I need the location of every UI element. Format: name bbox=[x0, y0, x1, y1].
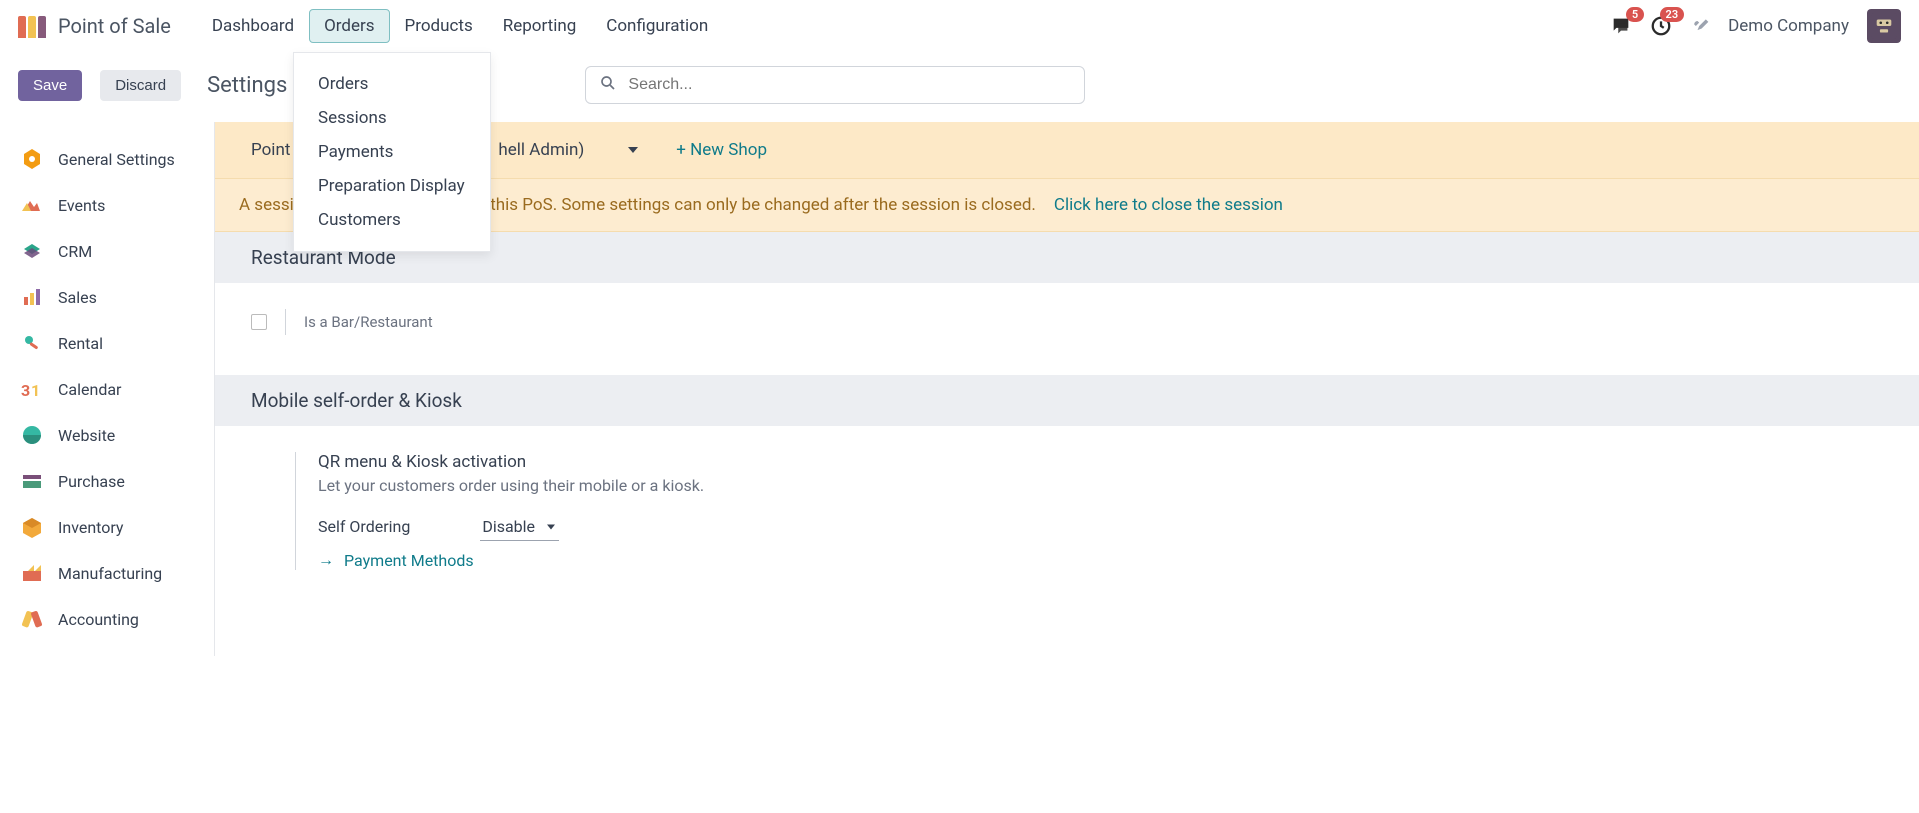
arrow-right-icon: → bbox=[318, 550, 334, 570]
sidebar-item-crm[interactable]: CRM bbox=[0, 228, 214, 274]
nav-orders[interactable]: Orders bbox=[309, 9, 389, 43]
svg-text:1: 1 bbox=[31, 381, 40, 400]
app-logo-icon bbox=[18, 14, 48, 38]
inventory-icon bbox=[20, 515, 44, 539]
calendar-icon: 31 bbox=[20, 377, 44, 401]
user-avatar[interactable] bbox=[1867, 9, 1901, 43]
sidebar-item-calendar[interactable]: 31 Calendar bbox=[0, 366, 214, 412]
website-icon bbox=[20, 423, 44, 447]
sidebar-item-manufacturing[interactable]: Manufacturing bbox=[0, 550, 214, 596]
sidebar-item-label: General Settings bbox=[58, 150, 175, 169]
purchase-icon bbox=[20, 469, 44, 493]
self-ordering-select[interactable]: Disable bbox=[480, 513, 559, 541]
nav-dashboard[interactable]: Dashboard bbox=[197, 9, 309, 43]
dropdown-orders[interactable]: Orders bbox=[294, 67, 490, 101]
page-title: Settings bbox=[207, 73, 287, 98]
dropdown-customers[interactable]: Customers bbox=[294, 203, 490, 237]
search-input[interactable] bbox=[585, 66, 1085, 104]
rental-icon bbox=[20, 331, 44, 355]
qr-kiosk-desc: Let your customers order using their mob… bbox=[318, 476, 1883, 495]
dropdown-payments[interactable]: Payments bbox=[294, 135, 490, 169]
sidebar-item-label: Manufacturing bbox=[58, 564, 162, 583]
nav-products[interactable]: Products bbox=[390, 9, 488, 43]
control-bar: Save Discard Settings bbox=[0, 52, 1919, 122]
payment-methods-label: Payment Methods bbox=[344, 551, 474, 570]
discard-button[interactable]: Discard bbox=[100, 70, 181, 101]
sidebar-item-purchase[interactable]: Purchase bbox=[0, 458, 214, 504]
divider bbox=[285, 309, 286, 335]
sidebar-item-label: Purchase bbox=[58, 472, 125, 491]
dropdown-preparation-display[interactable]: Preparation Display bbox=[294, 169, 490, 203]
gear-icon bbox=[20, 147, 44, 171]
pos-name-prefix: Point bbox=[251, 140, 290, 160]
section-kiosk-body: QR menu & Kiosk activation Let your cust… bbox=[215, 426, 1919, 610]
accounting-icon bbox=[20, 607, 44, 631]
search-icon bbox=[599, 74, 617, 96]
nav-reporting[interactable]: Reporting bbox=[488, 9, 592, 43]
sidebar-item-sales[interactable]: Sales bbox=[0, 274, 214, 320]
sidebar-item-label: Website bbox=[58, 426, 115, 445]
is-bar-checkbox[interactable] bbox=[251, 314, 267, 330]
sidebar-item-label: Rental bbox=[58, 334, 103, 353]
app-title: Point of Sale bbox=[58, 14, 171, 38]
section-kiosk-title: Mobile self-order & Kiosk bbox=[215, 375, 1919, 426]
top-bar: Point of Sale Dashboard Orders Products … bbox=[0, 0, 1919, 52]
pos-name-suffix: hell Admin) bbox=[498, 140, 584, 160]
sidebar-item-label: Inventory bbox=[58, 518, 124, 537]
chevron-down-icon[interactable] bbox=[628, 147, 638, 153]
sidebar-item-label: Calendar bbox=[58, 380, 121, 399]
self-ordering-label: Self Ordering bbox=[318, 517, 410, 536]
messages-icon[interactable]: 5 bbox=[1610, 15, 1632, 37]
sidebar-item-general-settings[interactable]: General Settings bbox=[0, 136, 214, 182]
crm-icon bbox=[20, 239, 44, 263]
qr-kiosk-title: QR menu & Kiosk activation bbox=[318, 452, 1883, 472]
payment-methods-link[interactable]: → Payment Methods bbox=[318, 550, 1883, 570]
sidebar-item-inventory[interactable]: Inventory bbox=[0, 504, 214, 550]
sidebar-item-label: CRM bbox=[58, 242, 92, 261]
sidebar-item-website[interactable]: Website bbox=[0, 412, 214, 458]
sales-icon bbox=[20, 285, 44, 309]
sidebar-item-label: Events bbox=[58, 196, 105, 215]
sidebar-item-accounting[interactable]: Accounting bbox=[0, 596, 214, 642]
new-shop-link[interactable]: + New Shop bbox=[676, 140, 767, 160]
activities-icon[interactable]: 23 bbox=[1650, 15, 1672, 37]
svg-text:3: 3 bbox=[21, 381, 30, 400]
orders-dropdown: Orders Sessions Payments Preparation Dis… bbox=[293, 52, 491, 252]
sidebar-item-events[interactable]: Events bbox=[0, 182, 214, 228]
sidebar-item-rental[interactable]: Rental bbox=[0, 320, 214, 366]
nav-configuration[interactable]: Configuration bbox=[591, 9, 723, 43]
section-restaurant-body: Is a Bar/Restaurant bbox=[215, 283, 1919, 375]
top-nav: Dashboard Orders Products Reporting Conf… bbox=[197, 9, 723, 43]
messages-badge: 5 bbox=[1626, 7, 1644, 22]
events-icon bbox=[20, 193, 44, 217]
settings-sidebar: General Settings Events CRM Sales Rental… bbox=[0, 122, 215, 656]
tools-icon[interactable] bbox=[1690, 16, 1710, 36]
is-bar-label: Is a Bar/Restaurant bbox=[304, 313, 433, 331]
company-name[interactable]: Demo Company bbox=[1728, 16, 1849, 36]
close-session-link[interactable]: Click here to close the session bbox=[1054, 195, 1283, 215]
manufacturing-icon bbox=[20, 561, 44, 585]
dropdown-sessions[interactable]: Sessions bbox=[294, 101, 490, 135]
search-wrap bbox=[585, 66, 1085, 104]
activities-badge: 23 bbox=[1660, 7, 1685, 22]
save-button[interactable]: Save bbox=[18, 70, 82, 101]
sidebar-item-label: Sales bbox=[58, 288, 97, 307]
sidebar-item-label: Accounting bbox=[58, 610, 139, 629]
